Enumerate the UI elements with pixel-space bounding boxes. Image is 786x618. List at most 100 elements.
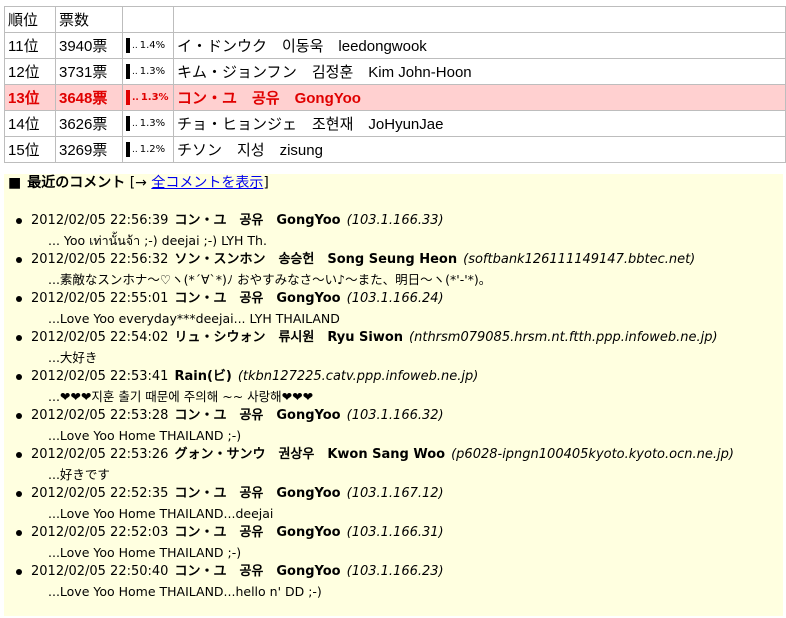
comment-time: 2012/02/05 22:53:41 <box>31 369 169 384</box>
comment-text: ...素敵なスンホナ〜♡ヽ(*´∀`*)ﾉ おやすみなさ〜い♪〜また、明日〜ヽ(… <box>48 272 492 287</box>
comment-host: (tkbn127225.catv.ppp.infoweb.ne.jp) <box>237 369 479 384</box>
comment-item: 2012/02/05 22:54:02 リュ・シウォン 류시원 Ryu Siwon… <box>4 329 783 368</box>
vote-bar <box>126 64 130 79</box>
comment-host: (103.1.166.23) <box>346 564 444 579</box>
list-bullet-icon <box>16 335 22 341</box>
vote-percent: 1.3% <box>139 118 166 129</box>
square-bullet-icon: ■ <box>8 175 22 191</box>
vote-percent: 1.4% <box>139 40 166 51</box>
recent-comments-panel: ■ 最近のコメント [→ 全コメントを表示] 2012/02/05 22:56:3… <box>4 174 783 616</box>
comment-text: ...Love Yoo Home THAILAND...deejai <box>48 506 274 521</box>
comment-time: 2012/02/05 22:53:28 <box>31 408 169 423</box>
comment-text: ...Love Yoo Home THAILAND ;-) <box>48 428 242 443</box>
vote-bar-cell: .. 1.2% <box>122 136 174 163</box>
vote-bar <box>126 116 130 131</box>
ranking-row: 15位 3269票 .. 1.2% チソン 지성 zisung <box>4 136 786 163</box>
candidate-name-cell: チョ・ヒョンジェ 조현재 JoHyunJae <box>173 110 786 137</box>
comment-host: (103.1.166.32) <box>346 408 444 423</box>
comment-time: 2012/02/05 22:52:03 <box>31 525 169 540</box>
comment-host: (softbank126111149147.bbtec.net) <box>463 252 696 267</box>
rank-cell: 13位 <box>4 84 56 111</box>
comment-item: 2012/02/05 22:53:26 グォン・サンウ 권상우 Kwon Sang… <box>4 446 783 485</box>
comment-host: (103.1.166.31) <box>346 525 444 540</box>
ranking-row: 11位 3940票 .. 1.4% イ・ドンウク 이동욱 leedongwook <box>4 32 786 59</box>
comment-item: 2012/02/05 22:56:32 ソン・スンホン 송승헌 Song Seun… <box>4 251 783 290</box>
recent-comments-heading: ■ 最近のコメント [→ 全コメントを表示] <box>8 174 269 192</box>
comment-item: 2012/02/05 22:53:28 コン・ユ 공유 GongYoo (103.1… <box>4 407 783 446</box>
vote-bar <box>126 142 130 157</box>
comment-time: 2012/02/05 22:54:02 <box>31 330 169 345</box>
comment-item: 2012/02/05 22:56:39 コン・ユ 공유 GongYoo (103.1… <box>4 212 783 251</box>
rank-cell: 12位 <box>4 58 56 85</box>
list-bullet-icon <box>16 569 22 575</box>
comment-item: 2012/02/05 22:55:01 コン・ユ 공유 GongYoo (103.1… <box>4 290 783 329</box>
rank-cell: 14位 <box>4 110 56 137</box>
comment-item: 2012/02/05 22:52:35 コン・ユ 공유 GongYoo (103.1… <box>4 485 783 524</box>
comment-text: ... Yoo เท่านั้นจ้า ;-) deejai ;-) LYH T… <box>48 233 267 248</box>
votes-column-header: 票数 <box>55 6 123 33</box>
votes-cell: 3731票 <box>55 58 123 85</box>
comment-text: ...好きです <box>48 467 110 482</box>
ranking-row: 14位 3626票 .. 1.3% チョ・ヒョンジェ 조현재 JoHyunJae <box>4 110 786 137</box>
comment-time: 2012/02/05 22:55:01 <box>31 291 169 306</box>
comment-time: 2012/02/05 22:53:26 <box>31 447 169 462</box>
comment-author: コン・ユ 공유 GongYoo <box>174 525 341 540</box>
bar-column-header <box>122 6 174 33</box>
comment-text: ...Love Yoo everyday***deejai... LYH THA… <box>48 311 340 326</box>
list-bullet-icon <box>16 374 22 380</box>
rank-cell: 15位 <box>4 136 56 163</box>
candidate-name-cell: イ・ドンウク 이동욱 leedongwook <box>173 32 786 59</box>
link-prefix: [→ <box>129 175 147 191</box>
comment-host: (103.1.166.33) <box>346 213 444 228</box>
comment-author: Rain(ビ) <box>174 369 232 384</box>
name-column-header <box>173 6 786 33</box>
candidate-name-cell: コン・ユ 공유 GongYoo <box>173 84 786 111</box>
comment-text: ...❤❤❤지훈 출기 때문에 주의해 ~~ 사랑해❤❤❤ <box>48 389 314 404</box>
list-bullet-icon <box>16 530 22 536</box>
votes-cell: 3940票 <box>55 32 123 59</box>
comment-author: グォン・サンウ 권상우 Kwon Sang Woo <box>174 447 446 462</box>
ranking-table: 順位 票数 11位 3940票 .. 1.4% イ・ドンウク 이동욱 leedon… <box>4 6 786 163</box>
page: { "ranking": { "header": { "rank": "順位",… <box>0 0 786 618</box>
show-all-comments-link[interactable]: 全コメントを表示 <box>151 175 263 191</box>
comment-text: ...Love Yoo Home THAILAND ;-) <box>48 545 242 560</box>
vote-percent: 1.3% <box>140 92 169 103</box>
vote-bar <box>126 90 130 105</box>
list-bullet-icon <box>16 413 22 419</box>
comment-time: 2012/02/05 22:56:32 <box>31 252 169 267</box>
comment-author: コン・ユ 공유 GongYoo <box>174 564 341 579</box>
rank-cell: 11位 <box>4 32 56 59</box>
comment-host: (p6028-ipngn100405kyoto.kyoto.ocn.ne.jp) <box>451 447 734 462</box>
comment-list: 2012/02/05 22:56:39 コン・ユ 공유 GongYoo (103.1… <box>4 212 783 602</box>
votes-cell: 3269票 <box>55 136 123 163</box>
list-bullet-icon <box>16 491 22 497</box>
comment-time: 2012/02/05 22:52:35 <box>31 486 169 501</box>
votes-cell: 3626票 <box>55 110 123 137</box>
comment-author: リュ・シウォン 류시원 Ryu Siwon <box>174 330 404 345</box>
comment-host: (103.1.167.12) <box>346 486 444 501</box>
comment-author: コン・ユ 공유 GongYoo <box>174 408 341 423</box>
ranking-row-highlighted: 13位 3648票 .. 1.3% コン・ユ 공유 GongYoo <box>4 84 786 111</box>
comment-item: 2012/02/05 22:50:40 コン・ユ 공유 GongYoo (103.1… <box>4 563 783 602</box>
comment-author: コン・ユ 공유 GongYoo <box>174 291 341 306</box>
comment-text: ...大好き <box>48 350 98 365</box>
comment-text: ...Love Yoo Home THAILAND...hello n' DD … <box>48 584 322 599</box>
candidate-name-cell: キム・ジョンフン 김정훈 Kim John-Hoon <box>173 58 786 85</box>
vote-bar-cell: .. 1.3% <box>122 58 174 85</box>
list-bullet-icon <box>16 452 22 458</box>
list-bullet-icon <box>16 296 22 302</box>
vote-bar-cell: .. 1.3% <box>122 110 174 137</box>
comment-item: 2012/02/05 22:53:41 Rain(ビ) (tkbn127225.ca… <box>4 368 783 407</box>
list-bullet-icon <box>16 257 22 263</box>
rank-column-header: 順位 <box>4 6 56 33</box>
comment-author: ソン・スンホン 송승헌 Song Seung Heon <box>174 252 458 267</box>
link-suffix: ] <box>263 175 269 191</box>
votes-cell: 3648票 <box>55 84 123 111</box>
comment-host: (nthrsm079085.hrsm.nt.ftth.ppp.infoweb.n… <box>409 330 718 345</box>
comment-item: 2012/02/05 22:52:03 コン・ユ 공유 GongYoo (103.1… <box>4 524 783 563</box>
candidate-name-cell: チソン 지성 zisung <box>173 136 786 163</box>
vote-percent: 1.2% <box>139 144 166 155</box>
vote-bar-cell: .. 1.4% <box>122 32 174 59</box>
ranking-row: 12位 3731票 .. 1.3% キム・ジョンフン 김정훈 Kim John-H… <box>4 58 786 85</box>
comment-time: 2012/02/05 22:50:40 <box>31 564 169 579</box>
